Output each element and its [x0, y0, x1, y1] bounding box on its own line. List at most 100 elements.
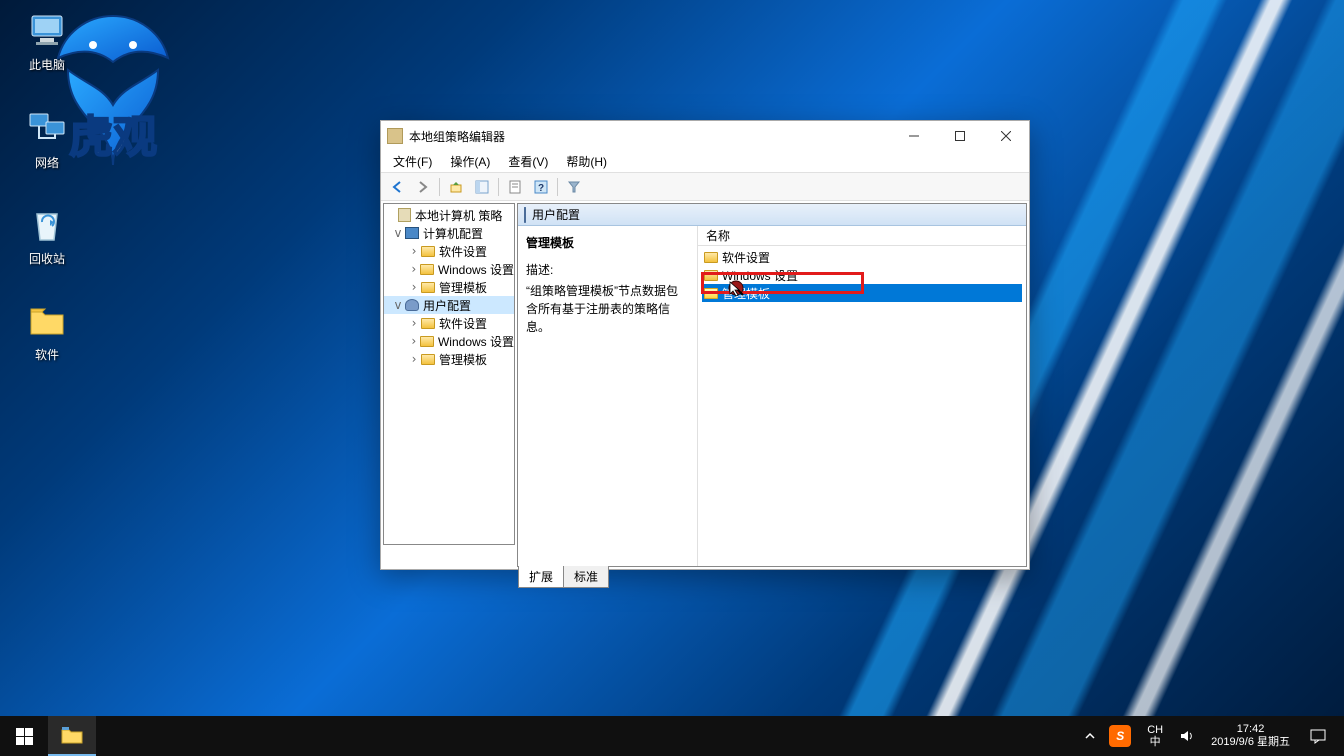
tree-label: 软件设置 [439, 243, 487, 260]
expand-icon[interactable]: › [408, 334, 420, 348]
list-item-windows-settings[interactable]: Windows 设置 [702, 266, 1022, 284]
description-label: 描述: [526, 261, 689, 278]
nav-forward-button[interactable] [411, 176, 435, 198]
toolbar: ? [381, 173, 1029, 201]
tray-ime-indicator[interactable]: CH 中 [1139, 716, 1171, 756]
list-item-label: 软件设置 [722, 249, 770, 266]
tray-sogou-ime[interactable]: S [1101, 716, 1139, 756]
list-item-software-settings[interactable]: 软件设置 [702, 248, 1022, 266]
clock-date: 2019/9/6 星期五 [1211, 736, 1290, 749]
network-icon [26, 108, 68, 150]
show-hide-tree-button[interactable] [470, 176, 494, 198]
recycle-bin-icon [26, 204, 68, 246]
content-header-title: 用户配置 [532, 206, 580, 223]
start-button[interactable] [0, 716, 48, 756]
menu-view[interactable]: 查看(V) [500, 151, 556, 172]
desktop-icon-label: 软件 [10, 346, 84, 363]
content-header: 用户配置 [518, 204, 1026, 226]
collapse-icon[interactable]: v [392, 226, 404, 240]
gpedit-window: 本地组策略编辑器 文件(F) 操作(A) 查看(V) 帮助(H) ? 本地计算机 [380, 120, 1030, 570]
tree-item[interactable]: › 软件设置 [384, 242, 514, 260]
desktop-icon-label: 网络 [10, 154, 84, 171]
menu-file[interactable]: 文件(F) [385, 151, 440, 172]
content-tab-standard[interactable]: 标准 [563, 566, 609, 588]
tree-label: Windows 设置 [438, 261, 514, 278]
taskbar[interactable]: S CH 中 17:42 2019/9/6 星期五 [0, 716, 1344, 756]
tray-overflow-button[interactable] [1079, 716, 1101, 756]
expand-icon[interactable]: › [408, 352, 420, 366]
content-pane: 用户配置 管理模板 描述: “组策略管理模板”节点数据包含所有基于注册表的策略信… [517, 203, 1027, 567]
minimize-button[interactable] [891, 121, 937, 151]
up-button[interactable] [444, 176, 468, 198]
help-button[interactable]: ? [529, 176, 553, 198]
tree-label: 计算机配置 [423, 225, 483, 242]
action-center-button[interactable] [1298, 716, 1338, 756]
taskbar-item-explorer[interactable] [48, 716, 96, 756]
menu-action[interactable]: 操作(A) [442, 151, 498, 172]
folder-icon [420, 336, 434, 347]
tree-item[interactable]: › 管理模板 [384, 350, 514, 368]
collapse-icon[interactable]: v [392, 298, 404, 312]
content-description-pane: 管理模板 描述: “组策略管理模板”节点数据包含所有基于注册表的策略信息。 [518, 226, 698, 566]
nav-back-button[interactable] [385, 176, 409, 198]
action-center-icon [1309, 727, 1327, 745]
folder-icon [421, 246, 435, 257]
desktop-icon-software-folder[interactable]: 软件 [10, 300, 84, 363]
menu-help[interactable]: 帮助(H) [558, 151, 615, 172]
sogou-icon: S [1109, 725, 1131, 747]
desktop-icon-this-pc[interactable]: 此电脑 [10, 10, 84, 73]
filter-button[interactable] [562, 176, 586, 198]
list-item-admin-templates[interactable]: 管理模板 [702, 284, 1022, 302]
window-icon [387, 128, 403, 144]
folder-icon [420, 264, 434, 275]
tree-computer-config[interactable]: v 计算机配置 [384, 224, 514, 242]
tray-volume[interactable] [1171, 716, 1203, 756]
user-icon [524, 207, 526, 223]
tray-clock[interactable]: 17:42 2019/9/6 星期五 [1203, 716, 1298, 756]
tree-label: 管理模板 [439, 279, 487, 296]
close-button[interactable] [983, 121, 1029, 151]
expand-icon[interactable]: › [408, 244, 420, 258]
window-title: 本地组策略编辑器 [409, 128, 891, 145]
user-icon [405, 299, 419, 311]
folder-icon [704, 252, 718, 263]
desktop-icon-label: 此电脑 [10, 56, 84, 73]
svg-text:?: ? [538, 183, 544, 194]
desktop-icon-recycle-bin[interactable]: 回收站 [10, 204, 84, 267]
col-name: 名称 [706, 227, 730, 244]
folder-icon [421, 354, 435, 365]
maximize-button[interactable] [937, 121, 983, 151]
list-column-header[interactable]: 名称 [698, 226, 1026, 246]
folder-icon [421, 282, 435, 293]
properties-button[interactable] [503, 176, 527, 198]
tree-label: 本地计算机 策略 [415, 207, 502, 224]
tree-label: 管理模板 [439, 351, 487, 368]
this-pc-icon [26, 10, 68, 52]
folder-icon [704, 288, 718, 299]
tree-root[interactable]: 本地计算机 策略 [384, 206, 514, 224]
ime-lang: CH [1147, 724, 1163, 736]
expand-icon[interactable]: › [408, 280, 420, 294]
tree-user-config[interactable]: v 用户配置 [384, 296, 514, 314]
system-tray: S CH 中 17:42 2019/9/6 星期五 [1079, 716, 1344, 756]
tree-item[interactable]: › 软件设置 [384, 314, 514, 332]
content-list-pane[interactable]: 名称 软件设置 Windows 设置 管理模板 [698, 226, 1026, 566]
tree-item[interactable]: › 管理模板 [384, 278, 514, 296]
folder-icon [26, 300, 68, 342]
tree-item[interactable]: › Windows 设置 [384, 260, 514, 278]
description-text: “组策略管理模板”节点数据包含所有基于注册表的策略信息。 [526, 282, 689, 336]
volume-icon [1179, 728, 1195, 744]
show-desktop-button[interactable] [1338, 716, 1344, 756]
expand-icon[interactable]: › [408, 262, 420, 276]
tree-item[interactable]: › Windows 设置 [384, 332, 514, 350]
ime-kbd: 中 [1150, 736, 1161, 748]
content-heading: 管理模板 [526, 234, 689, 251]
folder-icon [704, 270, 718, 281]
expand-icon[interactable]: › [408, 316, 420, 330]
desktop-icon-network[interactable]: 网络 [10, 108, 84, 171]
tree-pane[interactable]: 本地计算机 策略 v 计算机配置 › 软件设置 › Windows 设置 › 管… [383, 203, 515, 545]
menubar: 文件(F) 操作(A) 查看(V) 帮助(H) [381, 151, 1029, 173]
clock-time: 17:42 [1237, 723, 1265, 736]
titlebar[interactable]: 本地组策略编辑器 [381, 121, 1029, 151]
content-tab-extended[interactable]: 扩展 [518, 566, 564, 588]
